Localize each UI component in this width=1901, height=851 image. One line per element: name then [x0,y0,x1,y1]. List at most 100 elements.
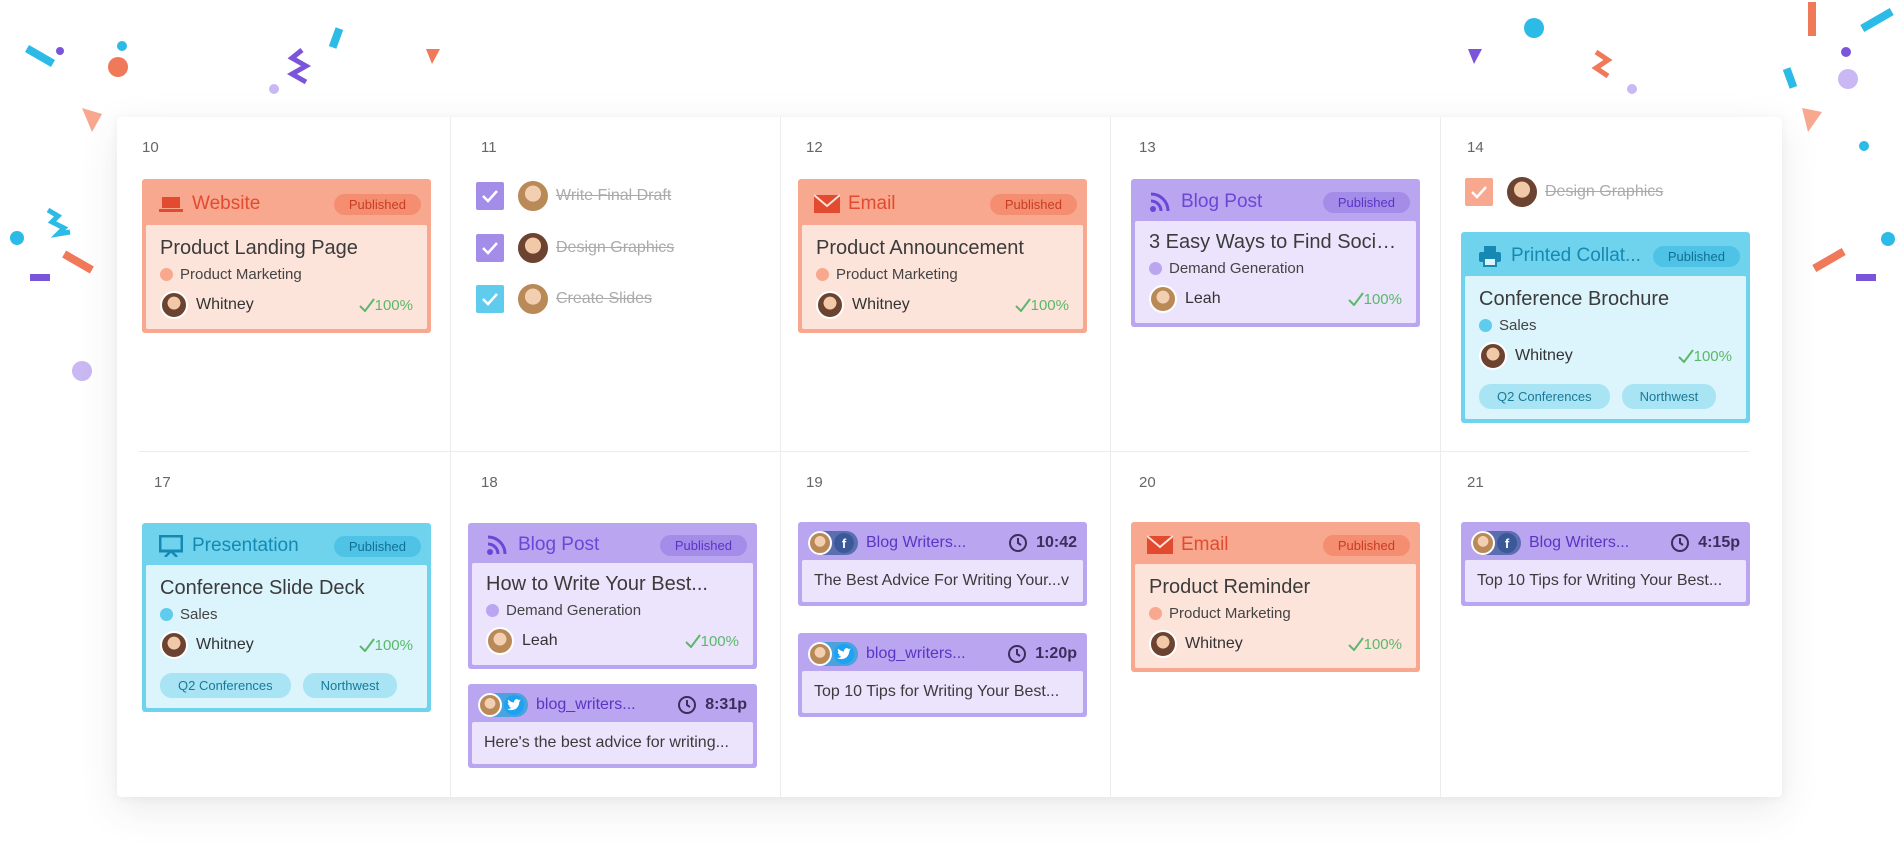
progress-value: 100% [1693,347,1732,365]
tag-chip[interactable]: Northwest [302,673,398,698]
category-label: Demand Generation [506,602,642,619]
facebook-icon: f [834,533,854,553]
content-card[interactable]: Website Published Product Landing Page P… [142,179,431,333]
envelope-icon [1147,534,1173,556]
category-label: Sales [1499,317,1537,334]
task-checkbox[interactable] [476,182,504,210]
calendar-day: 12 Email Published Product Announcement … [781,117,1111,451]
category-dot [1479,319,1492,332]
content-card[interactable]: Blog Post Published How to Write Your Be… [468,523,757,669]
day-number: 21 [1467,474,1484,491]
card-type-label: Presentation [192,535,299,556]
content-card[interactable]: Email Published Product Reminder Product… [1131,522,1420,672]
social-post-card[interactable]: blog_writers... 8:31p Here's the best ad… [468,684,757,768]
avatar [1149,630,1177,658]
day-number: 11 [481,139,497,156]
task-checkbox[interactable] [1465,178,1493,206]
task-checkbox[interactable] [476,285,504,313]
task-label: Design Graphics [1545,183,1664,200]
checkmark-icon [482,293,498,306]
card-title: Conference Slide Deck [160,577,365,599]
day-number: 18 [481,474,498,491]
twitter-icon [834,644,854,664]
day-number: 10 [142,139,159,156]
task-label: Create Slides [556,290,653,307]
tag-chip[interactable]: Q2 Conferences [160,673,291,698]
card-type-label: Email [848,193,896,214]
owner-name: Whitney [196,296,254,313]
clock-icon [1009,534,1028,552]
progress-value: 100% [374,296,413,314]
progress-value: 100% [1030,296,1069,314]
checkmark-icon [482,190,498,203]
content-card[interactable]: Blog Post Published 3 Easy Ways to Find … [1131,179,1420,327]
social-post-card[interactable]: f Blog Writers... 4:15p Top 10 Tips for … [1461,522,1750,606]
social-post-text: Top 10 Tips for Writing Your Best... [1465,560,1746,602]
social-post-card[interactable]: blog_writers... 1:20p Top 10 Tips for Wr… [798,633,1087,717]
progress-value: 100% [1363,635,1402,653]
content-card[interactable]: Presentation Published Conference Slide … [142,523,431,712]
owner-name: Whitney [1185,635,1243,652]
progress-value: 100% [700,632,739,650]
social-post-card[interactable]: f Blog Writers... 10:42 The Best Advice … [798,522,1087,606]
calendar-day: 18 Blog Post Published How to Write Your… [451,452,781,797]
task-item[interactable]: Design Graphics [1465,175,1663,209]
owner-name: Whitney [852,296,910,313]
status-badge: Published [1322,191,1410,213]
progress-value: 100% [1363,290,1402,308]
checkmark-icon [684,634,701,648]
card-title: Product Announcement [816,237,1024,259]
avatar [808,531,832,555]
task-label: Write Final Draft [556,187,672,204]
status-badge: Published [989,193,1077,215]
tag-chip[interactable]: Q2 Conferences [1479,384,1610,409]
card-title: How to Write Your Best... [486,573,708,595]
avatar [1471,531,1495,555]
avatar [516,179,550,213]
card-title: Conference Brochure [1479,288,1670,310]
calendar-day: 20 Email Published Product Reminder Prod… [1111,452,1441,797]
calendar-day: 21 f Blog Writers... 4:15p Top 10 Tips f… [1441,452,1750,797]
card-type-label: Blog Post [518,534,600,555]
printer-icon [1477,245,1503,267]
avatar [816,291,844,319]
task-checkbox[interactable] [476,234,504,262]
card-title: Product Landing Page [160,237,358,259]
tag-chip[interactable]: Northwest [1621,384,1717,409]
task-item[interactable]: Design Graphics [476,231,674,265]
presentation-icon [158,535,184,557]
envelope-icon [814,193,840,215]
owner-name: Leah [522,632,558,649]
card-type-label: Printed Collat... [1511,245,1641,266]
rss-icon [484,534,510,556]
task-item[interactable]: Write Final Draft [476,179,671,213]
avatar [160,291,188,319]
category-dot [160,268,173,281]
avatar [1479,342,1507,370]
social-post-text: Top 10 Tips for Writing Your Best... [802,671,1083,713]
category-dot [486,604,499,617]
scheduled-time: 10:42 [1036,534,1077,551]
calendar-day: 10 Website Published Product Landing Pag… [139,117,451,451]
facebook-icon: f [1497,533,1517,553]
owner-name: Whitney [196,636,254,653]
category-label: Product Marketing [180,266,302,283]
card-type-label: Website [192,193,261,214]
task-item[interactable]: Create Slides [476,282,652,316]
calendar-day: 17 Presentation Published Conference Sli… [139,452,451,797]
category-label: Demand Generation [1169,260,1305,277]
status-badge: Published [659,534,747,556]
calendar-day: 14 Design Graphics Printed Collat... Pub… [1441,117,1750,451]
status-badge: Published [1322,534,1410,556]
owner-name: Whitney [1515,347,1573,364]
category-label: Product Marketing [836,266,958,283]
status-badge: Published [1652,245,1740,267]
laptop-icon [158,193,184,215]
scheduled-time: 8:31p [705,696,747,713]
social-account-name: Blog Writers... [1529,534,1630,551]
content-card[interactable]: Email Published Product Announcement Pro… [798,179,1087,333]
avatar [516,282,550,316]
checkmark-icon [358,638,375,652]
social-post-text: The Best Advice For Writing Your...v [802,560,1083,602]
content-card[interactable]: Printed Collat... Published Conference B… [1461,232,1750,423]
